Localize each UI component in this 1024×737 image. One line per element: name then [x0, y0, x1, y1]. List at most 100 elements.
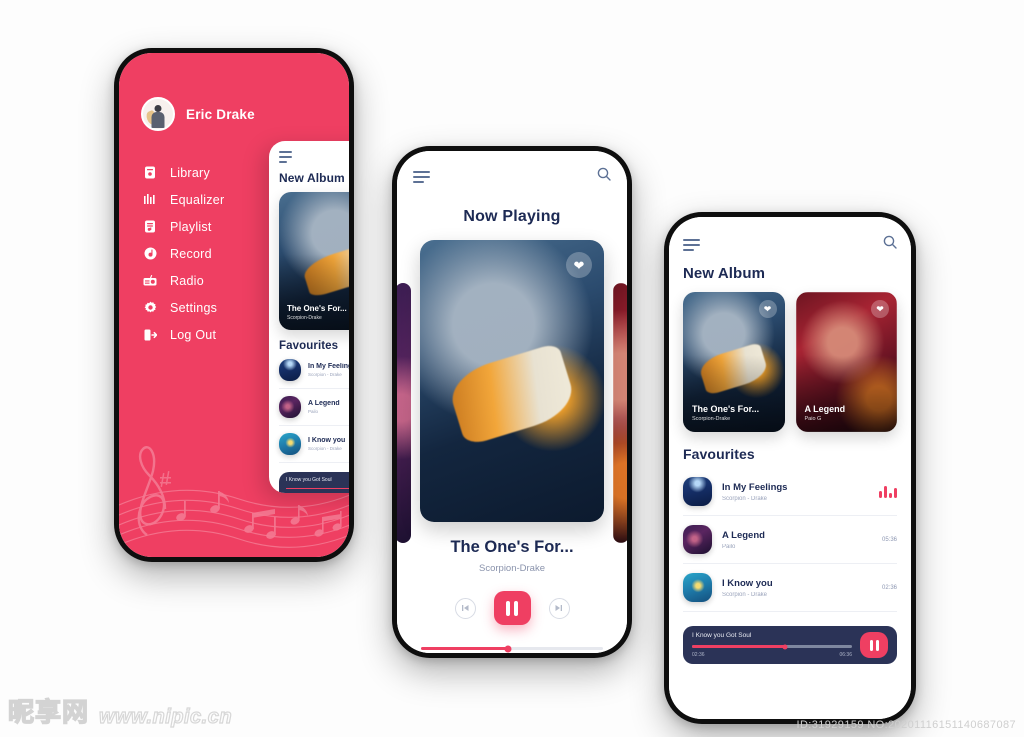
peek-album-title: The One's For...	[287, 304, 347, 313]
drawer-profile[interactable]: Eric Drake	[141, 97, 349, 131]
radio-icon	[143, 274, 157, 288]
track-title: In My Feelings	[722, 481, 788, 493]
heart-icon[interactable]: ❤	[566, 252, 592, 278]
phone-mockup-drawer: Eric Drake Library Equalizer Playlist Re…	[114, 48, 354, 562]
track-title: I Know you	[722, 577, 773, 589]
heart-icon[interactable]: ❤	[758, 300, 777, 318]
mini-player[interactable]: I Know you Got Soul 02:36	[279, 472, 349, 493]
playback-controls	[413, 591, 611, 625]
track-title: A Legend	[722, 529, 765, 541]
settings-gear-icon	[143, 301, 157, 315]
peek-favourites-title: Favourites	[279, 340, 339, 352]
record-icon	[143, 247, 157, 261]
now-playing-topbar	[413, 167, 611, 186]
mini-player-elapsed: 02:36	[286, 492, 296, 493]
track-artist: Scorpion - Drake	[308, 446, 342, 451]
seek-knob[interactable]	[504, 645, 512, 652]
table-row[interactable]: In My Feelings Scorpion - Drake	[683, 468, 897, 516]
skip-next-icon[interactable]	[548, 597, 570, 619]
now-playing-artwork[interactable]: ❤	[420, 240, 604, 522]
watermark-site-cn: 昵享网	[7, 697, 90, 728]
track-artist: Scorpion - Drake	[722, 495, 768, 502]
page-title: Now Playing	[463, 208, 561, 225]
drawer-screen: Eric Drake Library Equalizer Playlist Re…	[119, 53, 349, 557]
track-title: A Legend	[308, 400, 340, 407]
mini-player-title: I Know you Got Soul	[286, 476, 332, 483]
track-thumbnail	[279, 359, 301, 381]
track-thumbnail	[683, 477, 712, 506]
track-title: I Know you	[308, 437, 346, 444]
track-artist: Pailo	[722, 543, 736, 550]
peek-topbar	[279, 151, 349, 163]
site-watermark: 昵享网 www.nipic.cn	[7, 692, 233, 729]
peek-new-album-title: New Album	[279, 171, 345, 185]
hamburger-menu-icon[interactable]	[279, 151, 292, 163]
peek-album-artist: Scorpion-Drake	[287, 315, 322, 321]
navigation-drawer: Eric Drake Library Equalizer Playlist Re…	[119, 53, 349, 557]
skip-previous-icon[interactable]	[454, 597, 476, 619]
logout-icon	[143, 328, 157, 342]
album-card[interactable]: ❤ The One's For... Scorpion-Drake	[683, 292, 785, 432]
now-playing-artist: Scorpion-Drake	[479, 563, 545, 574]
track-artist: Scorpion - Drake	[308, 372, 342, 377]
profile-name: Eric Drake	[186, 106, 255, 122]
album-title: The One's For...	[692, 404, 760, 414]
play-pause-button[interactable]	[493, 591, 531, 625]
hamburger-menu-icon[interactable]	[413, 170, 430, 183]
album-list-screen: New Album ❤ The One's For... Scorpion-Dr…	[669, 217, 911, 719]
watermark-site-url: www.nipic.cn	[98, 705, 233, 728]
search-icon[interactable]	[883, 235, 897, 254]
now-playing-equalizer-icon	[879, 485, 897, 498]
hamburger-menu-icon[interactable]	[683, 238, 700, 251]
mini-player-play-pause-button[interactable]	[860, 632, 888, 658]
track-artist: Pailo	[308, 409, 319, 414]
sidebar-item-label: Playlist	[170, 219, 212, 234]
track-thumbnail	[279, 433, 301, 455]
mini-player[interactable]: I Know you Got Soul 02:36 06:36	[683, 626, 897, 664]
track-title: In My Feelings	[308, 363, 349, 370]
track-duration: 02:36	[881, 584, 897, 591]
search-icon[interactable]	[597, 167, 611, 186]
album-artist: Paio G	[804, 416, 822, 422]
table-row[interactable]: I Know you Scorpion - Drake 02:36	[683, 564, 897, 612]
peek-album-card[interactable]: ❤ The One's For... Scorpion-Drake	[279, 192, 349, 330]
heart-icon[interactable]: ❤	[871, 300, 889, 318]
sidebar-item-label: Settings	[170, 300, 218, 315]
list-item[interactable]: A Legend Pailo	[279, 389, 349, 426]
new-album-row: ❤ The One's For... Scorpion-Drake ❤ A Le…	[683, 292, 897, 432]
track-thumbnail	[683, 525, 712, 554]
sidebar-item-label: Record	[170, 246, 212, 261]
seek-track[interactable]	[421, 645, 603, 652]
sidebar-item-label: Log Out	[170, 327, 217, 342]
album-title: A Legend	[804, 404, 846, 414]
mini-player-progress[interactable]	[692, 644, 852, 649]
now-playing-view: Now Playing ❤ The One's For... Scorpion-…	[397, 151, 627, 653]
favourites-title: Favourites	[683, 446, 755, 462]
mini-player-elapsed: 02:36	[692, 651, 705, 658]
playlist-icon	[143, 220, 157, 234]
phone-mockup-now-playing: Now Playing ❤ The One's For... Scorpion-…	[392, 146, 632, 658]
now-playing-screen: Now Playing ❤ The One's For... Scorpion-…	[397, 151, 627, 653]
track-artist: Scorpion - Drake	[722, 591, 768, 598]
track-duration: 05:36	[881, 536, 897, 543]
avatar	[141, 97, 175, 131]
favourites-list: In My Feelings Scorpion - Drake A Legend…	[683, 468, 897, 612]
list-item[interactable]: I Know you Scorpion - Drake	[279, 426, 349, 463]
carousel-prev-peek[interactable]	[397, 283, 411, 543]
mini-player-total: 06:36	[839, 651, 852, 658]
track-thumbnail	[683, 573, 712, 602]
equalizer-icon	[143, 193, 157, 207]
peek-favourites-list: In My Feelings Scorpion - Drake A Legend…	[279, 352, 349, 463]
now-playing-song-title: The One's For...	[450, 538, 574, 556]
screenshot-canvas: Eric Drake Library Equalizer Playlist Re…	[0, 0, 1024, 737]
table-row[interactable]: A Legend Pailo 05:36	[683, 516, 897, 564]
album-list-topbar	[683, 235, 897, 254]
carousel-next-peek[interactable]	[613, 283, 627, 543]
list-item[interactable]: In My Feelings Scorpion - Drake	[279, 352, 349, 389]
track-thumbnail	[279, 396, 301, 418]
album-card[interactable]: ❤ A Legend Paio G	[795, 292, 897, 432]
library-icon	[143, 166, 157, 180]
mini-player-knob[interactable]	[782, 644, 788, 649]
seek-bar[interactable]: 02:36 05:36	[421, 645, 603, 653]
sidebar-item-label: Library	[170, 165, 210, 180]
